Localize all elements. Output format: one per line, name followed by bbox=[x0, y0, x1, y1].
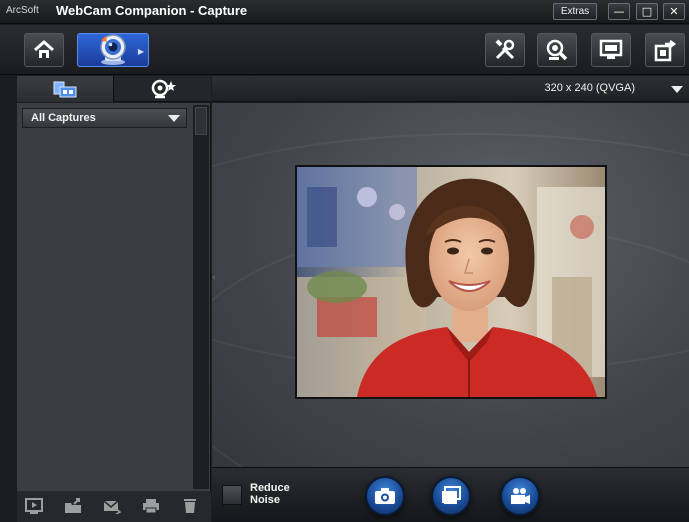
print-icon[interactable] bbox=[142, 498, 160, 514]
webcam-icon bbox=[100, 34, 126, 65]
captures-filter-dropdown[interactable]: All Captures bbox=[22, 108, 187, 128]
chevron-down-icon bbox=[671, 86, 683, 93]
delete-icon[interactable] bbox=[181, 498, 199, 514]
export-button[interactable] bbox=[645, 33, 685, 67]
monitor-icon bbox=[599, 39, 623, 59]
export-icon bbox=[654, 40, 677, 62]
reduce-noise-checkbox[interactable] bbox=[222, 485, 242, 505]
home-button[interactable] bbox=[24, 33, 64, 67]
close-button[interactable]: ✕ bbox=[663, 3, 685, 20]
chevron-right-icon: ▶ bbox=[137, 47, 144, 56]
capture-controls: Reduce Noise bbox=[212, 467, 689, 522]
webcam-settings-button[interactable] bbox=[537, 33, 577, 67]
maximize-button[interactable]: □ bbox=[636, 3, 658, 20]
preview-area: ‹ bbox=[212, 103, 689, 467]
tab-effects[interactable] bbox=[114, 76, 211, 102]
reduce-noise-label-line2: Noise bbox=[250, 494, 280, 506]
resolution-bar: 320 x 240 (QVGA) bbox=[212, 76, 689, 102]
webcam-feed-image bbox=[297, 167, 605, 397]
camera-icon bbox=[375, 488, 395, 504]
window-title: WebCam Companion - Capture bbox=[56, 3, 248, 18]
video-camera-icon bbox=[511, 488, 530, 504]
minimize-button[interactable]: — bbox=[608, 3, 630, 20]
tools-icon bbox=[495, 39, 515, 60]
folder-gallery-icon bbox=[53, 81, 77, 98]
title-bar: ArcSoft WebCam Companion - Capture Extra… bbox=[0, 0, 689, 24]
chevron-down-icon bbox=[168, 115, 180, 122]
extras-button[interactable]: Extras bbox=[553, 3, 597, 20]
scrollbar-thumb[interactable] bbox=[195, 107, 207, 135]
play-icon[interactable] bbox=[25, 498, 43, 514]
burst-capture-button[interactable] bbox=[431, 476, 471, 516]
email-icon[interactable] bbox=[103, 498, 121, 514]
reduce-noise-label-line1: Reduce bbox=[250, 482, 290, 494]
magnifier-webcam-icon bbox=[546, 39, 568, 61]
library-tabs bbox=[17, 76, 211, 102]
display-button[interactable] bbox=[591, 33, 631, 67]
library-scrollbar[interactable] bbox=[193, 105, 209, 489]
collapse-panel-handle[interactable]: ‹ bbox=[212, 273, 216, 283]
tools-button[interactable] bbox=[485, 33, 525, 67]
brand-label: ArcSoft bbox=[6, 5, 39, 16]
captures-filter-value: All Captures bbox=[31, 112, 96, 124]
record-video-button[interactable] bbox=[500, 476, 540, 516]
reduce-noise-label: Reduce Noise bbox=[250, 482, 310, 506]
burst-capture-icon bbox=[442, 486, 461, 504]
webcam-video-preview bbox=[295, 165, 607, 399]
webcam-star-icon bbox=[151, 79, 176, 99]
library-panel: All Captures bbox=[17, 103, 211, 491]
take-photo-button[interactable] bbox=[365, 476, 405, 516]
home-icon bbox=[34, 40, 54, 58]
share-folder-icon[interactable] bbox=[64, 498, 82, 514]
capture-mode-button[interactable]: ▶ bbox=[77, 33, 149, 67]
resolution-value: 320 x 240 (QVGA) bbox=[544, 82, 636, 94]
tab-captures[interactable] bbox=[17, 76, 114, 102]
library-actions bbox=[17, 491, 211, 522]
main-toolbar: ▶ bbox=[0, 25, 689, 75]
